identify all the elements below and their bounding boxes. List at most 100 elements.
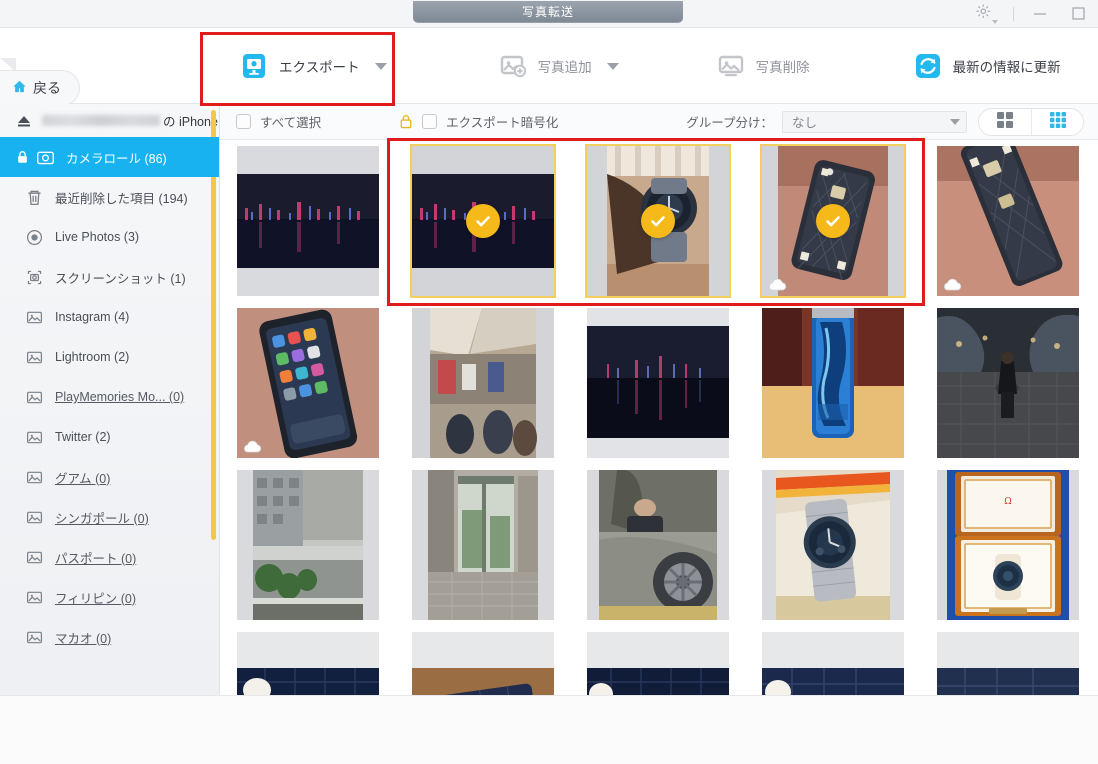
toolbar-delete-photo-button[interactable]: 写真削除 [717,52,810,80]
photo-image [761,632,904,695]
gear-icon[interactable] [975,3,998,25]
photo-thumbnail[interactable] [411,470,554,620]
photo-cell[interactable] [745,632,920,695]
photo-image [236,146,379,296]
sidebar-item-playmemories[interactable]: PlayMemories Mo... (0) [0,377,219,417]
photo-thumbnail-selected[interactable] [584,144,731,298]
status-bar: 写真 86 項目（119.9MB） 選択項目 3（5.9MB） 権限削除 ↳ [0,695,1098,764]
photo-cell[interactable] [220,470,395,632]
photo-image [761,470,904,620]
photo-thumbnail[interactable] [761,632,904,695]
photo-cell[interactable] [220,632,395,695]
photo-cell[interactable] [920,632,1095,695]
encrypt-export-checkbox[interactable] [422,114,438,129]
photo-cell[interactable]: Ω [920,470,1095,632]
photo-cell[interactable] [920,308,1095,470]
photo-thumbnail[interactable] [761,470,904,620]
chevron-down-icon [950,118,961,125]
selected-check-icon [465,204,500,238]
encrypt-export-label: エクスポート暗号化 [446,116,559,130]
sidebar-item-screenshots[interactable]: スクリーンショット (1) [0,257,219,297]
device-name: の iPhone [42,111,218,130]
photo-cell[interactable] [395,470,570,632]
photo-image [586,308,729,458]
photo-thumbnail[interactable] [761,308,904,458]
photo-thumbnail[interactable]: Ω [936,470,1079,620]
photo-thumbnail[interactable] [936,308,1079,458]
sidebar-item-live-photos[interactable]: Live Photos (3) [0,217,219,257]
view-large-grid-button[interactable] [979,109,1031,135]
eject-icon[interactable] [16,114,32,128]
photo-thumbnail[interactable] [936,632,1079,695]
photo-cell[interactable] [745,308,920,470]
lock-icon [399,114,413,129]
photo-cell[interactable] [395,632,570,695]
sidebar-item-passport[interactable]: パスポート (0) [0,537,219,577]
photo-thumbnail-selected[interactable] [759,144,906,298]
toolbar-add-photo-button[interactable]: 写真追加 [499,52,619,80]
photo-thumbnail[interactable] [936,146,1079,296]
photo-thumbnail[interactable] [411,308,554,458]
sidebar-item-camera-roll[interactable]: カメラロール (86) [0,137,219,177]
photo-grid[interactable]: Ω [220,140,1098,695]
photo-image [236,308,379,458]
sidebar-item-lightroom[interactable]: Lightroom (2) [0,337,219,377]
photo-thumbnail[interactable] [586,470,729,620]
back-button[interactable]: 戻る [0,70,80,106]
select-all-checkbox[interactable] [236,114,251,129]
refresh-icon [914,52,944,80]
photo-thumbnail[interactable] [586,632,729,695]
sidebar-item-philippines[interactable]: フィリピン (0) [0,577,219,617]
view-small-grid-button[interactable] [1031,109,1083,135]
sidebar-item-twitter[interactable]: Twitter (2) [0,417,219,457]
photo-cell[interactable] [570,308,745,470]
photo-thumbnail-selected[interactable] [409,144,556,298]
photo-cell[interactable] [395,308,570,470]
photo-cell[interactable] [570,470,745,632]
window-title-tab[interactable]: 写真転送 [413,1,683,23]
photo-thumbnail[interactable] [236,146,379,296]
toolbar-refresh-button[interactable]: 最新の情報に更新 [914,52,1061,80]
sidebar-item-singapore[interactable]: シンガポール (0) [0,497,219,537]
select-all-label: すべて選択 [260,116,322,130]
delete-photo-icon [717,52,747,80]
svg-text:Ω: Ω [1004,497,1011,507]
encrypt-export-group[interactable]: エクスポート暗号化 [399,112,558,131]
maximize-icon[interactable] [1068,3,1090,25]
select-all-group[interactable]: すべて選択 [236,112,321,131]
device-header[interactable]: の iPhone [0,104,219,137]
photo-cell[interactable] [745,470,920,632]
minimize-icon[interactable] [1030,3,1052,25]
photo-cell[interactable] [570,144,745,308]
redacted-device-name [42,115,160,126]
photo-cell[interactable] [920,146,1095,308]
photo-cell[interactable] [220,308,395,470]
sidebar-item-instagram[interactable]: Instagram (4) [0,297,219,337]
chevron-down-icon[interactable] [374,62,387,70]
album-icon [25,348,44,367]
photo-image [586,632,729,695]
photo-thumbnail[interactable] [586,308,729,458]
chevron-down-icon[interactable] [606,62,619,70]
photo-cell[interactable] [220,146,395,308]
photo-image [411,632,554,695]
photo-grid-inner: Ω [220,140,1098,695]
sidebar-item-macau[interactable]: マカオ (0) [0,617,219,657]
photo-cell[interactable] [395,144,570,308]
toolbar-export-button[interactable]: エクスポート [240,52,387,80]
group-by-select[interactable]: なし [782,110,968,133]
photo-image [411,470,554,620]
photo-thumbnail[interactable] [236,470,379,620]
sidebar-item-guam[interactable]: グアム (0) [0,457,219,497]
photo-thumbnail[interactable] [411,632,554,695]
grid-small-icon [1049,111,1067,134]
photo-cell[interactable] [570,632,745,695]
photo-cell[interactable] [745,144,920,308]
sidebar-item-label: Twitter (2) [55,430,111,444]
album-icon [25,548,44,567]
sidebar-item-recently-deleted[interactable]: 最近削除した項目 (194) [0,177,219,217]
cloud-icon [242,440,262,453]
photo-thumbnail[interactable] [236,308,379,458]
album-icon [25,508,44,527]
photo-thumbnail[interactable] [236,632,379,695]
